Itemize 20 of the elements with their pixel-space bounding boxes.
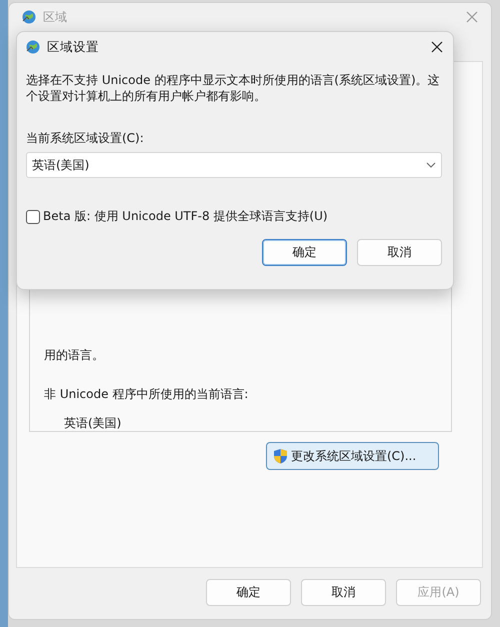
dialog-button[interactable]: 确定 xyxy=(206,579,291,606)
shield-icon xyxy=(273,448,288,464)
dialog-title: 区域设置 xyxy=(47,38,99,56)
locale-dropdown[interactable]: 英语(美国) xyxy=(26,152,442,178)
description-text: 用的语言。 xyxy=(44,347,104,364)
dialog-button[interactable]: 取消 xyxy=(301,579,386,606)
globe-icon xyxy=(25,39,41,55)
chevron-icon xyxy=(426,162,436,168)
change-locale-button[interactable]: 更改系统区域设置(C)... xyxy=(266,442,439,470)
dialog-button[interactable]: 取消 xyxy=(357,239,442,266)
window-title: 区域 xyxy=(43,8,68,26)
dialog-button[interactable]: 确定 xyxy=(262,239,347,266)
current-language-label: 非 Unicode 程序中所使用的当前语言: xyxy=(44,386,248,403)
checkbox-label: Beta 版: 使用 Unicode UTF-8 提供全球语言支持(U) xyxy=(43,208,328,225)
current-language-value: 英语(美国) xyxy=(64,415,122,432)
globe-icon xyxy=(21,9,37,25)
locale-label: 当前系统区域设置(C): xyxy=(26,130,145,147)
checkbox[interactable] xyxy=(26,210,40,224)
close-icon[interactable] xyxy=(430,40,444,54)
description-text: 选择在不支持 Unicode 的程序中显示文本时所使用的语言(系统区域设置)。这个设置对计算机上的所有用户帐户都有影响。 xyxy=(26,72,441,104)
